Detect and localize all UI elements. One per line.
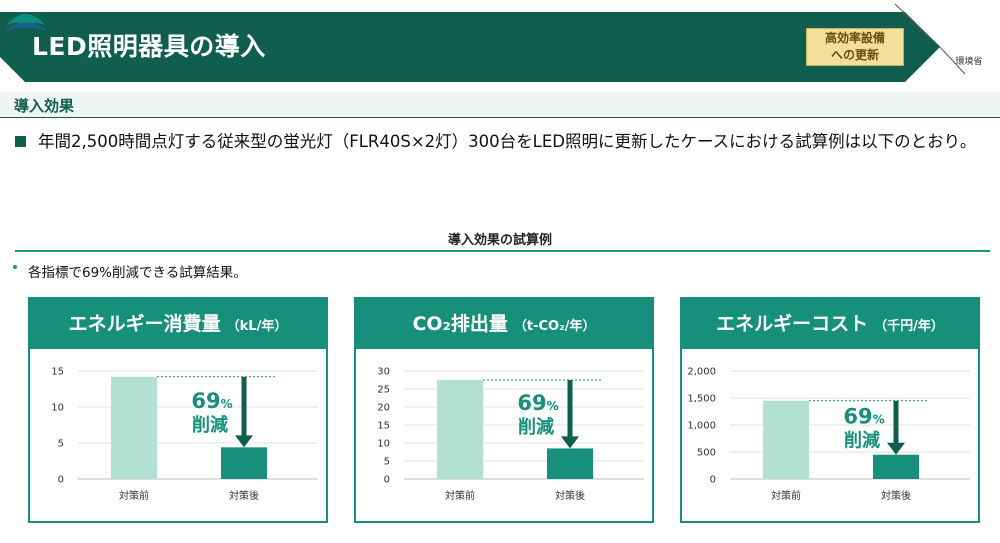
y-tick-label: 500	[697, 448, 716, 459]
chart-panel-co2: CO₂排出量 （t-CO₂/年） 0 5 10 15 20 25 30 対策前 対策後 69% 削減	[354, 297, 654, 523]
dot-bullet-icon	[13, 265, 17, 269]
subsection-divider	[15, 250, 990, 252]
chart-title: エネルギーコスト	[716, 313, 869, 335]
subsection-title: 導入効果の試算例	[447, 233, 552, 248]
down-arrow-icon	[887, 442, 905, 455]
y-tick-label: 10	[51, 403, 64, 414]
square-bullet-icon	[15, 136, 26, 147]
y-tick-label: 0	[710, 475, 716, 486]
down-arrow-icon	[561, 436, 579, 449]
chart-unit: （千円/年）	[874, 319, 944, 334]
category-badge: 高効率設備 への更新	[806, 28, 904, 66]
down-arrow-icon	[235, 435, 253, 448]
bar-after	[547, 448, 593, 479]
y-tick-label: 0	[58, 475, 64, 486]
page-title: LED照明器具の導入	[32, 32, 266, 61]
x-category-label: 対策後	[555, 489, 585, 502]
section-underline	[0, 117, 1000, 118]
chart-header: エネルギーコスト （千円/年）	[682, 299, 978, 349]
bar-before	[111, 376, 157, 479]
y-tick-label: 30	[377, 367, 390, 378]
x-category-label: 対策後	[229, 489, 259, 502]
chart-panel-energy: エネルギー消費量 （kL/年） 0 5 10 15 対策前 対策後 69% 削減	[28, 297, 328, 523]
logo-text: 環境省	[955, 57, 983, 67]
main-description: 年間2,500時間点灯する従来型の蛍光灯（FLR40S×2灯）300台をLED照…	[38, 132, 977, 151]
y-tick-label: 25	[377, 385, 390, 396]
badge-line-1: 高効率設備	[824, 31, 885, 45]
chart-panel-cost: エネルギーコスト （千円/年） 0 500 1,000 1,500 2,000 対策前 対策後…	[680, 297, 980, 523]
badge-line-2: への更新	[830, 48, 879, 62]
y-tick-label: 20	[377, 403, 390, 414]
y-tick-label: 1,500	[687, 394, 716, 405]
chart-title: エネルギー消費量	[68, 313, 221, 335]
chart-unit: （t-CO₂/年）	[513, 319, 596, 334]
x-category-label: 対策前	[119, 489, 149, 502]
y-tick-label: 15	[377, 421, 390, 432]
chart-cost: 0 500 1,000 1,500 2,000 対策前 対策後 69%削減	[687, 367, 970, 502]
x-category-label: 対策前	[445, 489, 475, 502]
chart-header: CO₂排出量 （t-CO₂/年）	[356, 299, 652, 349]
bar-before	[437, 380, 483, 479]
x-category-label: 対策後	[881, 489, 911, 502]
reduction-percent: 69%	[517, 391, 558, 415]
bar-after	[221, 447, 267, 479]
x-category-label: 対策前	[771, 489, 801, 502]
y-tick-label: 5	[58, 439, 64, 450]
y-tick-label: 5	[384, 457, 390, 468]
ministry-logo-icon	[4, 14, 48, 31]
chart-title: CO₂排出量	[412, 313, 508, 335]
bar-before	[763, 400, 809, 479]
reduction-label: 削減	[192, 414, 228, 436]
y-tick-label: 0	[384, 475, 390, 486]
result-note: 各指標で69%削減できる試算結果。	[28, 265, 247, 281]
y-tick-label: 2,000	[687, 367, 716, 378]
reduction-percent: 69%	[843, 405, 884, 429]
bar-after	[873, 454, 919, 479]
section-title: 導入効果	[14, 97, 75, 115]
chart-energy: 0 5 10 15 対策前 対策後 69%削減	[51, 367, 318, 502]
y-tick-label: 1,000	[687, 421, 716, 432]
chart-header: エネルギー消費量 （kL/年）	[30, 299, 326, 349]
chart-unit: （kL/年）	[226, 319, 288, 334]
chart-co2: 0 5 10 15 20 25 30 対策前 対策後 69%削減	[377, 367, 644, 502]
reduction-label: 削減	[518, 416, 554, 438]
header-banner: LED照明器具の導入 高効率設備 への更新 環境省	[0, 0, 1000, 90]
reduction-percent: 69%	[191, 389, 232, 413]
y-tick-label: 15	[51, 367, 64, 378]
reduction-label: 削減	[844, 430, 880, 452]
section-heading: 導入効果	[0, 92, 1000, 118]
y-tick-label: 10	[377, 439, 390, 450]
